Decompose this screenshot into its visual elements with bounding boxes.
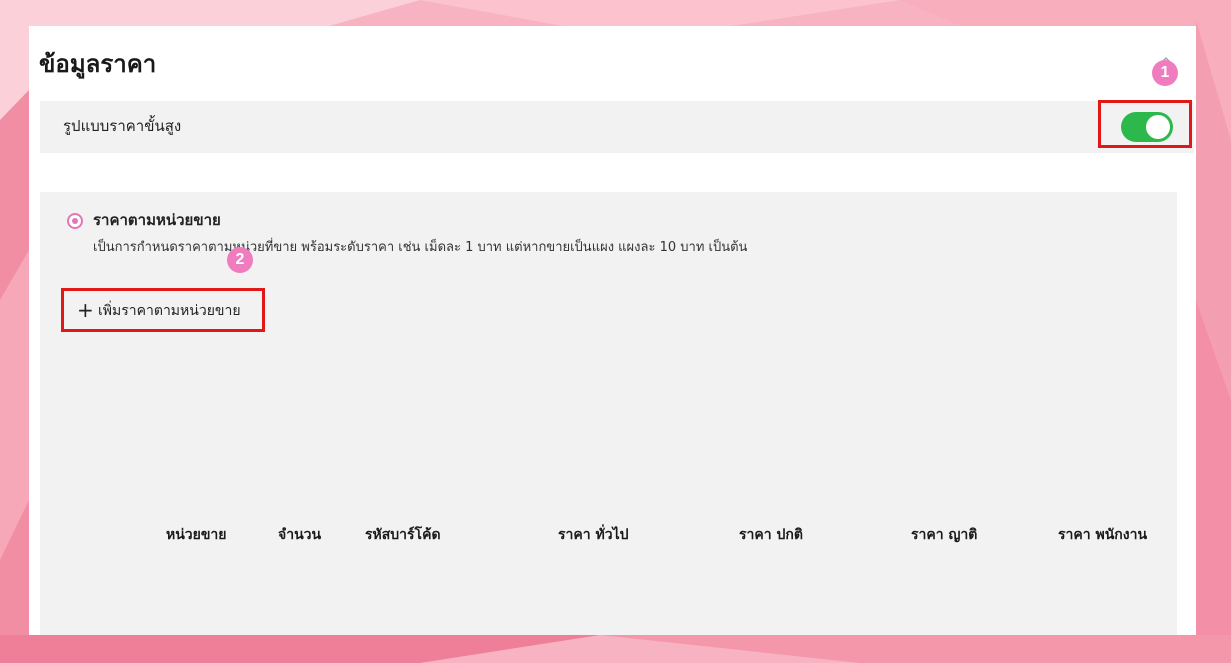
highlight-box-toggle <box>1098 100 1192 148</box>
col-price-relative: ราคา ญาติ <box>911 527 978 543</box>
col-sale-unit: หน่วยขาย <box>166 527 227 543</box>
unit-pricing-radio[interactable] <box>67 213 83 229</box>
section-title: ข้อมูลราคา <box>39 50 157 78</box>
price-info-card: ข้อมูลราคา รูปแบบราคาขั้นสูง ราคาตามหน่ว… <box>29 26 1196 635</box>
col-price-employee: ราคา พนักงาน <box>1058 527 1148 543</box>
annotation-badge-1: 1 <box>1152 60 1178 86</box>
unit-pricing-title: ราคาตามหน่วยขาย <box>93 211 221 229</box>
advanced-pricing-row: รูปแบบราคาขั้นสูง <box>40 101 1194 153</box>
add-unit-price-button[interactable]: + เพิ่มราคาตามหน่วยขาย <box>61 288 265 332</box>
col-quantity: จำนวน <box>278 527 322 543</box>
advanced-pricing-label: รูปแบบราคาขั้นสูง <box>63 117 182 135</box>
col-price-general: ราคา ทั่วไป <box>558 527 629 543</box>
radio-selected-dot <box>72 218 78 224</box>
plus-icon: + <box>77 298 94 322</box>
unit-price-table-header: หน่วยขาย จำนวน รหัสบาร์โค้ด ราคา ทั่วไป … <box>51 513 1176 557</box>
add-unit-price-label: เพิ่มราคาตามหน่วยขาย <box>98 303 241 319</box>
annotation-badge-2: 2 <box>227 247 253 273</box>
unit-pricing-description: เป็นการกำหนดราคาตามหน่วยที่ขาย พร้อมระดั… <box>93 240 748 255</box>
pricing-mode-panel: ราคาตามหน่วยขาย เป็นการกำหนดราคาตามหน่วย… <box>40 192 1177 635</box>
col-barcode: รหัสบาร์โค้ด <box>365 527 441 543</box>
col-price-normal: ราคา ปกติ <box>739 527 803 543</box>
